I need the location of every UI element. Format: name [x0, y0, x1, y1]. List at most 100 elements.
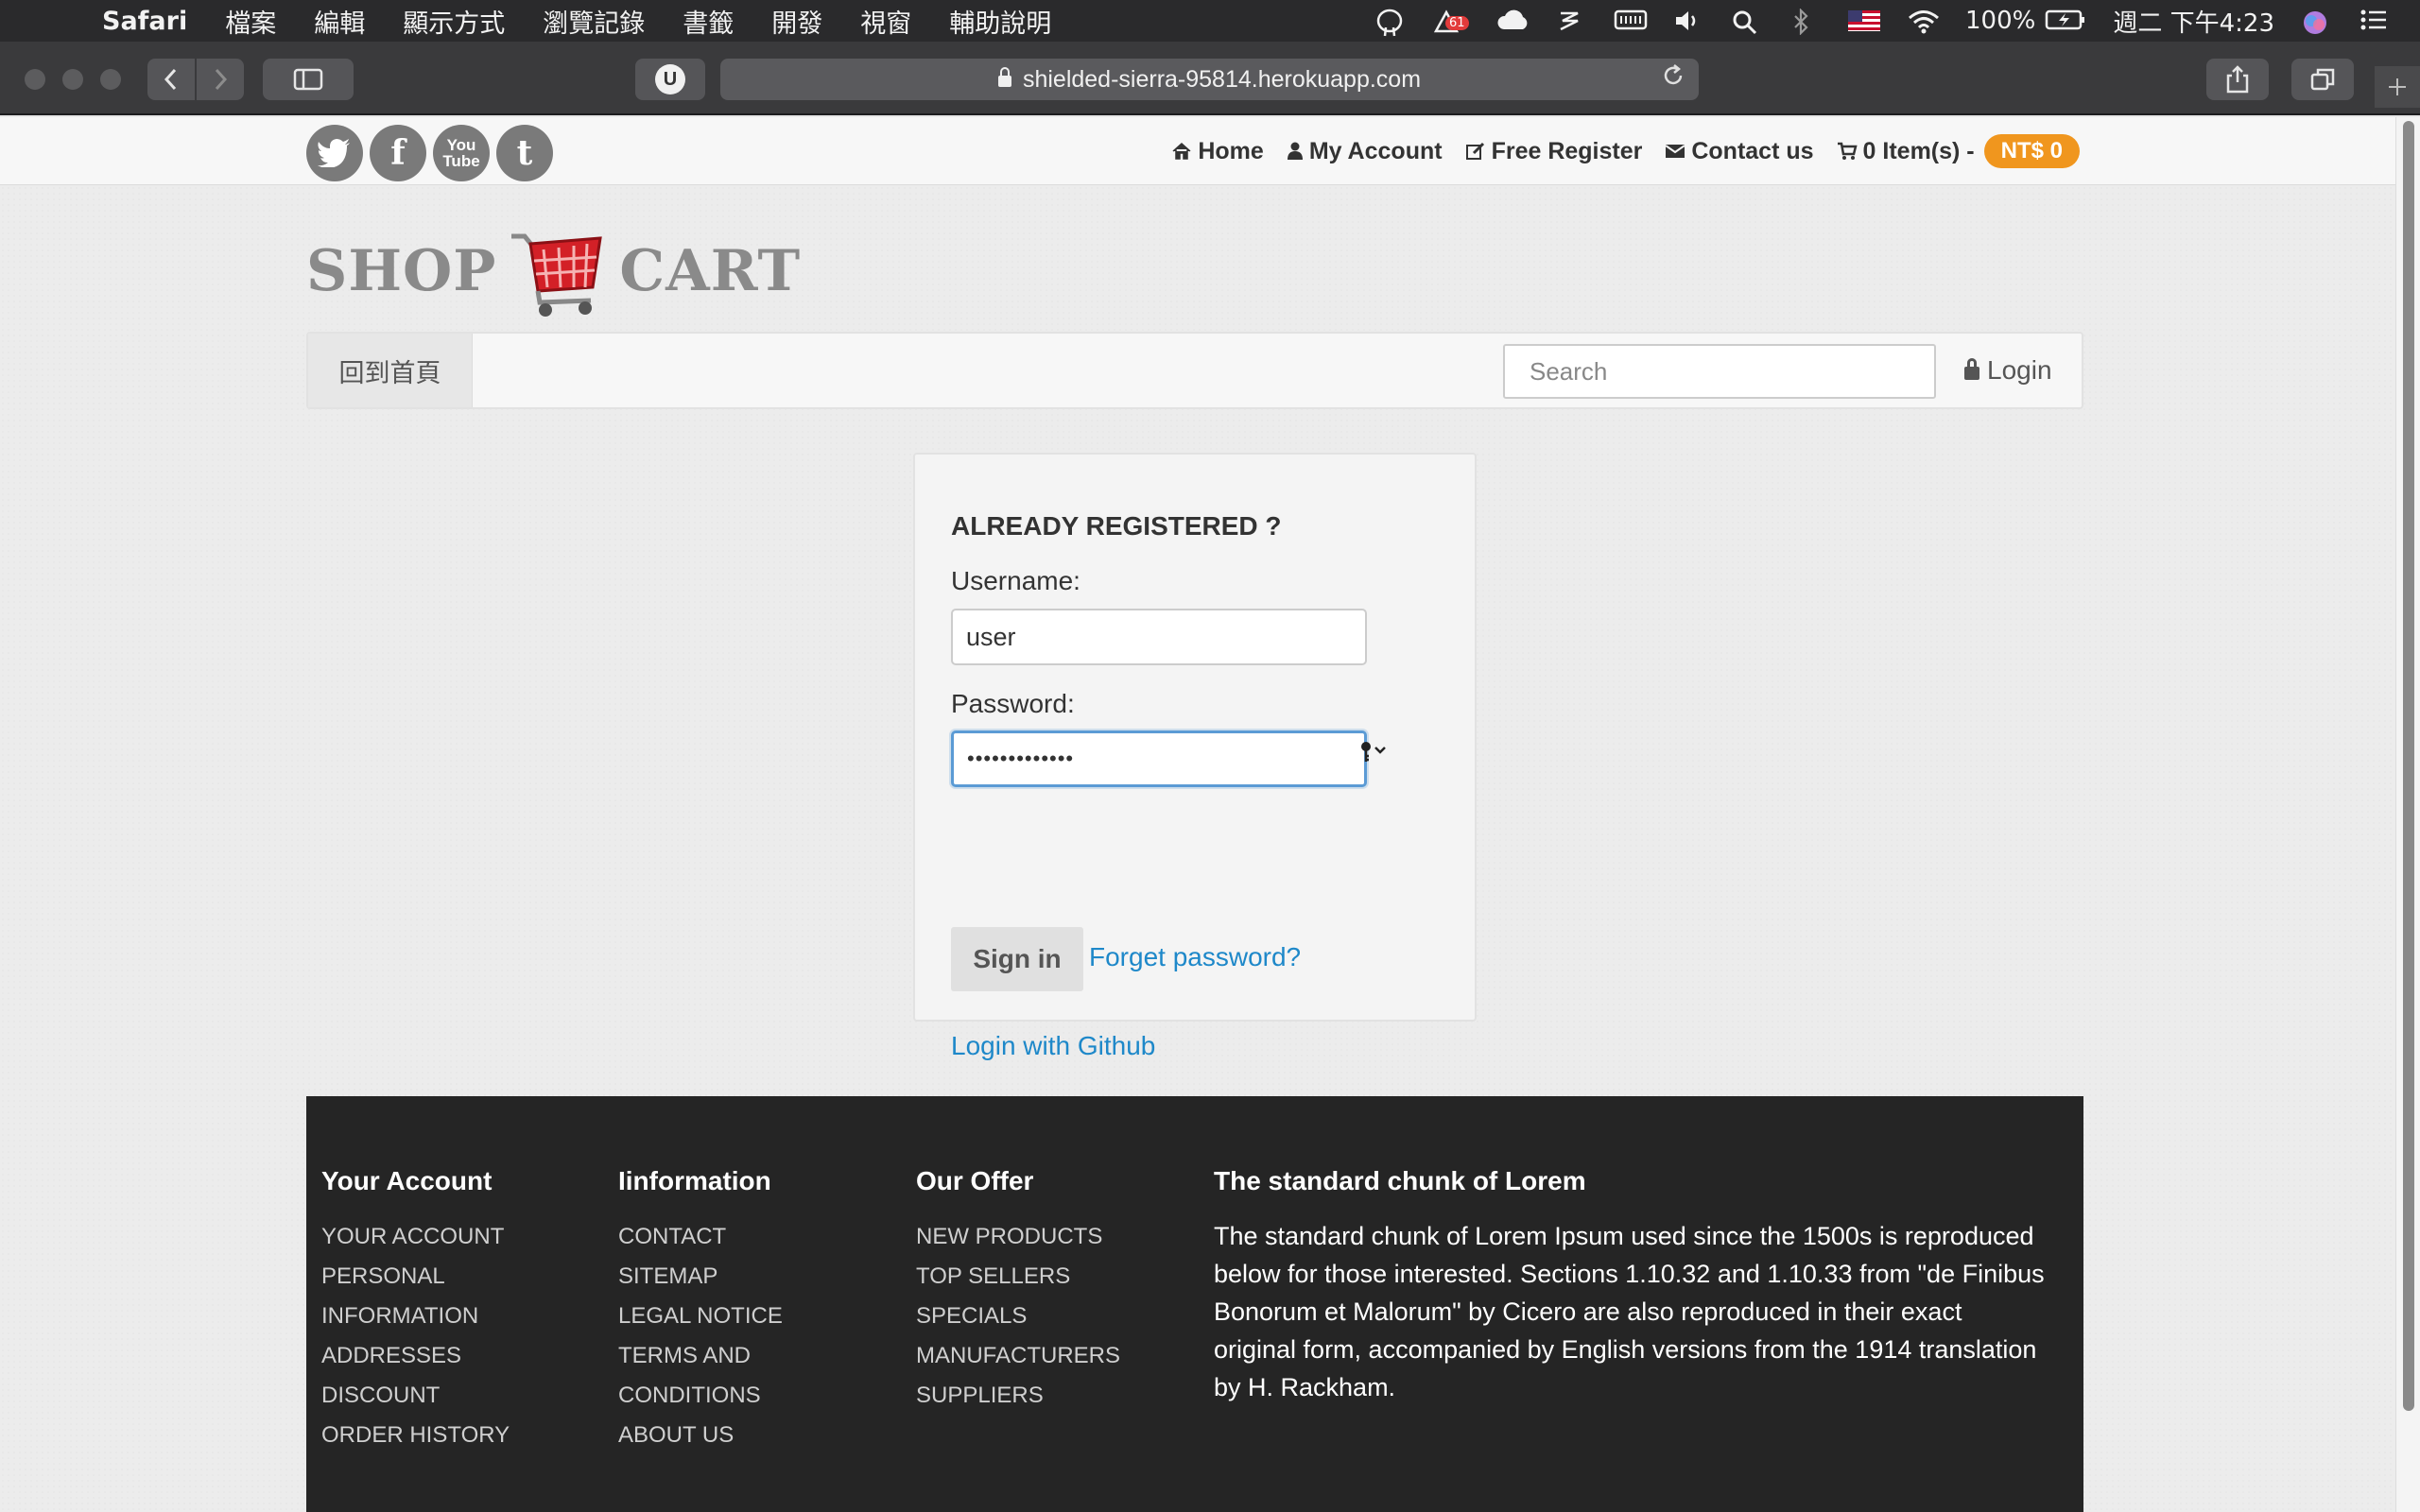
- site-logo[interactable]: SHOP CART: [306, 219, 801, 323]
- footer-link[interactable]: CONDITIONS: [618, 1376, 783, 1416]
- address-bar-url: shielded-sierra-95814.herokuapp.com: [1022, 65, 1422, 93]
- battery-icon[interactable]: [2045, 9, 2086, 33]
- siri-icon[interactable]: [2301, 9, 2333, 34]
- cart-total-badge[interactable]: NT$ 0: [1983, 134, 2080, 168]
- extension-button[interactable]: U: [635, 59, 705, 100]
- footer-link[interactable]: YOUR ACCOUNT: [321, 1217, 510, 1257]
- shopping-cart-icon: [1837, 142, 1858, 160]
- page-viewport: f You Tube t Home My Account Free Regist…: [0, 117, 2395, 1512]
- spotlight-search-icon[interactable]: [1731, 9, 1763, 35]
- sign-in-button[interactable]: Sign in: [951, 927, 1083, 991]
- edit-icon: [1465, 142, 1484, 160]
- chevron-left-icon: [164, 68, 177, 91]
- footer-link[interactable]: NEW PRODUCTS: [916, 1217, 1120, 1257]
- nav-contact-link[interactable]: Contact us: [1665, 137, 1814, 165]
- footer-heading: Your Account: [321, 1166, 493, 1195]
- menu-develop[interactable]: 開發: [771, 3, 822, 40]
- menu-window[interactable]: 視窗: [860, 3, 911, 40]
- footer-link[interactable]: MANUFACTURERS: [916, 1336, 1120, 1376]
- password-field[interactable]: •••••••••••••: [951, 730, 1386, 787]
- login-link[interactable]: Login: [1964, 334, 2052, 407]
- wifi-icon[interactable]: [1907, 9, 1939, 34]
- menubar-clock[interactable]: 週二 下午4:23: [2113, 4, 2274, 39]
- home-icon: [1172, 142, 1191, 160]
- notification-center-icon[interactable]: [2360, 9, 2392, 33]
- footer-link[interactable]: LEGAL NOTICE: [618, 1297, 783, 1336]
- nav-account-link[interactable]: My Account: [1287, 138, 1443, 165]
- keyboard-icon[interactable]: [1614, 9, 1648, 33]
- status-area: 61 100% 週二 下午4:23: [1374, 0, 2392, 42]
- nav-contact-label: Contact us: [1691, 137, 1814, 164]
- shopping-cart-logo-icon: [506, 219, 610, 323]
- logo-text-cart: CART: [619, 238, 802, 304]
- bolt-icon[interactable]: [1555, 9, 1587, 33]
- footer-link[interactable]: TERMS AND: [618, 1336, 783, 1376]
- menu-bookmarks[interactable]: 書籤: [683, 3, 734, 40]
- back-button[interactable]: [147, 59, 195, 100]
- footer-link[interactable]: SPECIALS: [916, 1297, 1120, 1336]
- new-tab-button[interactable]: [2375, 66, 2420, 108]
- footer-link[interactable]: ABOUT US: [618, 1416, 783, 1455]
- footer-link[interactable]: ADDRESSES: [321, 1336, 510, 1376]
- footer-link[interactable]: DISCOUNT: [321, 1376, 510, 1416]
- forward-button[interactable]: [197, 59, 244, 100]
- minimize-window-button[interactable]: [62, 69, 83, 90]
- reload-icon[interactable]: [1661, 62, 1685, 95]
- footer-link[interactable]: INFORMATION: [321, 1297, 510, 1336]
- share-button[interactable]: [2206, 59, 2269, 100]
- login-link-label: Login: [1987, 355, 2052, 385]
- close-window-button[interactable]: [25, 69, 45, 90]
- bluetooth-icon[interactable]: [1789, 8, 1822, 36]
- nav-register-label: Free Register: [1491, 137, 1643, 164]
- nav-cart-label: 0 Item(s) -: [1862, 137, 1975, 164]
- address-bar[interactable]: shielded-sierra-95814.herokuapp.com: [720, 59, 1699, 100]
- footer-link[interactable]: PERSONAL: [321, 1257, 510, 1297]
- footer-link[interactable]: ORDER HISTORY: [321, 1416, 510, 1455]
- scrollbar-thumb[interactable]: [2403, 121, 2414, 1411]
- username-label: Username:: [951, 566, 1080, 595]
- back-to-home-button[interactable]: 回到首頁: [308, 334, 473, 407]
- macos-menu-bar: Safari 檔案 編輯 顯示方式 瀏覽記錄 書籤 開發 視窗 輔助說明 61: [0, 0, 2420, 42]
- main-navbar: 回到首頁 Login: [306, 332, 2083, 409]
- forgot-password-link[interactable]: Forget password?: [1089, 942, 1301, 972]
- footer-link[interactable]: TOP SELLERS: [916, 1257, 1120, 1297]
- nav-home-link[interactable]: Home: [1171, 138, 1264, 165]
- menu-app-name[interactable]: Safari: [102, 7, 187, 36]
- github-login-link[interactable]: Login with Github: [951, 1031, 1155, 1061]
- password-autofill-key-icon[interactable]: [1360, 739, 1389, 769]
- menu-help[interactable]: 輔助說明: [949, 3, 1051, 40]
- nav-cart-link[interactable]: 0 Item(s) -: [1837, 138, 1975, 165]
- us-flag-icon[interactable]: [1848, 10, 1880, 31]
- chevron-right-icon: [215, 68, 228, 91]
- footer-column-information: Iinformation CONTACT SITEMAP LEGAL NOTIC…: [618, 1166, 783, 1455]
- footer-column-account: Your Account YOUR ACCOUNT PERSONAL INFOR…: [321, 1166, 510, 1455]
- notification-icon[interactable]: 61: [1432, 9, 1470, 33]
- page-scrollbar[interactable]: [2395, 117, 2420, 1512]
- plus-icon: [2389, 78, 2406, 95]
- tumblr-icon[interactable]: t: [496, 125, 553, 181]
- sidebar-toggle-button[interactable]: [263, 59, 354, 100]
- twitter-icon[interactable]: [306, 125, 363, 181]
- footer-link[interactable]: SUPPLIERS: [916, 1376, 1120, 1416]
- top-navigation: Home My Account Free Register Contact us…: [1171, 117, 2080, 185]
- menu-view[interactable]: 顯示方式: [403, 3, 505, 40]
- lock-icon: [997, 67, 1011, 87]
- zoom-window-button[interactable]: [100, 69, 121, 90]
- facebook-icon[interactable]: f: [370, 125, 426, 181]
- youtube-icon[interactable]: You Tube: [433, 125, 490, 181]
- nav-register-link[interactable]: Free Register: [1465, 137, 1643, 165]
- cloud-icon[interactable]: [1496, 9, 1529, 33]
- footer-link[interactable]: CONTACT: [618, 1217, 783, 1257]
- volume-icon[interactable]: [1672, 9, 1704, 33]
- menu-file[interactable]: 檔案: [225, 3, 276, 40]
- password-label: Password:: [951, 689, 1075, 718]
- username-field[interactable]: [951, 609, 1367, 665]
- search-input[interactable]: [1503, 344, 1936, 399]
- tab-overview-button[interactable]: [2291, 59, 2354, 100]
- youtube-label-bottom: Tube: [442, 152, 480, 170]
- elephant-icon[interactable]: [1374, 9, 1406, 37]
- notification-badge: 61: [1445, 16, 1469, 30]
- menu-history[interactable]: 瀏覽記錄: [543, 3, 645, 40]
- menu-edit[interactable]: 編輯: [314, 3, 365, 40]
- footer-link[interactable]: SITEMAP: [618, 1257, 783, 1297]
